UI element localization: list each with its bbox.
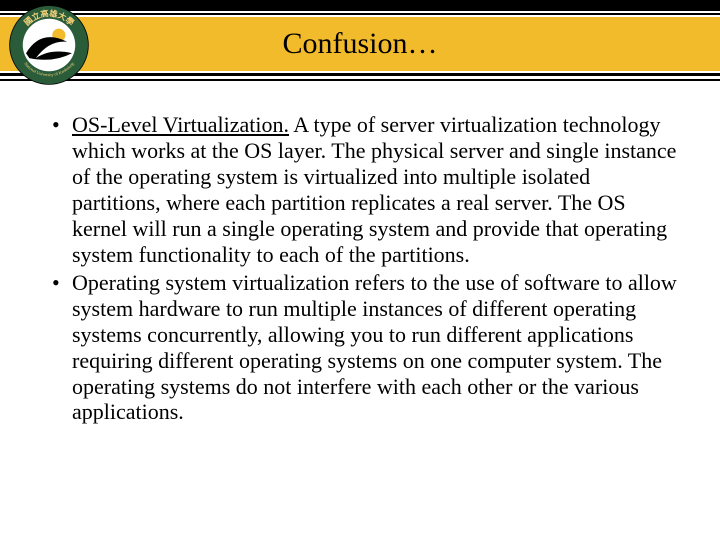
list-item: Operating system virtualization refers t… — [50, 270, 678, 426]
bullet-lead: OS-Level Virtualization. — [72, 112, 289, 137]
slide-title: Confusion… — [0, 27, 720, 61]
band-bottom-thin-line — [0, 79, 720, 81]
list-item: OS-Level Virtualization. A type of serve… — [50, 112, 678, 268]
bullet-list: OS-Level Virtualization. A type of serve… — [50, 112, 678, 425]
top-black-bar — [0, 0, 720, 11]
slide: ICAL 國立高雄大學 National University of Kaohs… — [0, 0, 720, 540]
band-bottom-thick-line — [0, 73, 720, 76]
corner-label: ICAL — [693, 2, 714, 11]
top-thin-line — [0, 13, 720, 15]
bullet-lead: Operating system virtualization — [72, 270, 349, 295]
body-content: OS-Level Virtualization. A type of serve… — [50, 112, 678, 427]
